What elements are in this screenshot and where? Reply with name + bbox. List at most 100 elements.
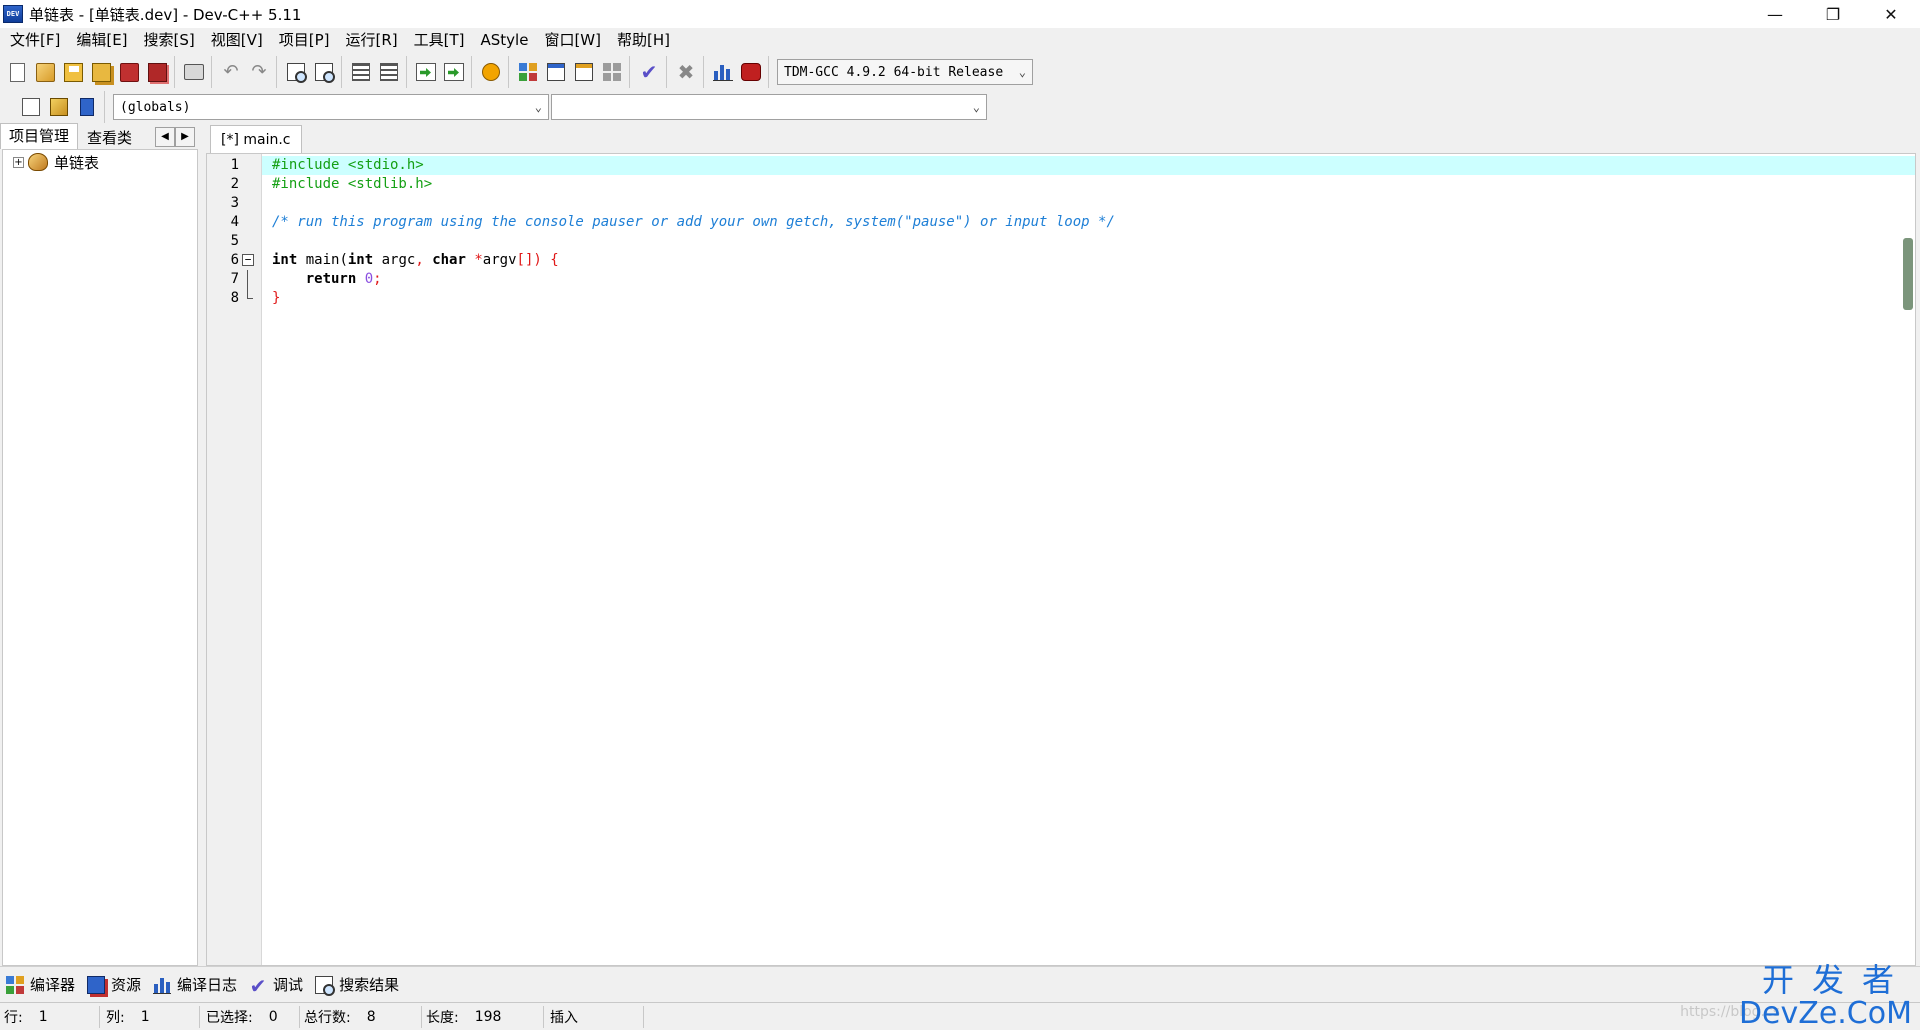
new-file-icon	[9, 62, 25, 82]
run-button[interactable]	[542, 58, 570, 86]
code-line[interactable]: 7 return 0;	[231, 270, 1915, 289]
line-number: 5	[230, 233, 239, 249]
symbol-select[interactable]: ⌄	[551, 94, 987, 120]
menu-edit[interactable]: 编辑[E]	[68, 28, 135, 53]
expand-icon[interactable]: +	[13, 156, 24, 168]
fold-line	[242, 270, 254, 289]
debug-button[interactable]	[737, 58, 765, 86]
bookmark-button[interactable]	[477, 58, 505, 86]
code-line[interactable]: 8 }	[231, 289, 1915, 308]
window-controls: — ❐ ✕	[1746, 0, 1920, 28]
line-number: 2	[230, 176, 239, 192]
code-editor[interactable]: 1 #include <stdio.h> 2 #include <stdlib.…	[206, 153, 1916, 966]
compile-button[interactable]	[514, 58, 542, 86]
syntax-check-button[interactable]: ✔	[635, 58, 663, 86]
tab-compile-log[interactable]: 编译日志	[153, 974, 237, 995]
tab-main-c[interactable]: [*] main.c	[210, 125, 302, 153]
close-window-button[interactable]: ✕	[1862, 0, 1920, 28]
tab-debug[interactable]: ✔ 调试	[249, 974, 303, 996]
minimize-button[interactable]: —	[1746, 0, 1804, 28]
tab-project-manager[interactable]: 项目管理	[0, 123, 79, 149]
code-line[interactable]: 1 #include <stdio.h>	[231, 156, 1915, 175]
close-file-button[interactable]	[115, 58, 143, 86]
menu-window[interactable]: 窗口[W]	[536, 28, 609, 53]
find-button[interactable]	[282, 58, 310, 86]
new-file-button[interactable]	[3, 58, 31, 86]
restore-icon: ❐	[1825, 4, 1841, 24]
scope-select[interactable]: (globals) ⌄	[113, 94, 549, 120]
tab-resources-label: 资源	[111, 976, 142, 994]
replace-button[interactable]	[310, 58, 338, 86]
chevron-down-icon: ⌄	[972, 100, 980, 114]
compile-run-button[interactable]	[570, 58, 598, 86]
rebuild-icon	[603, 63, 621, 81]
status-col: 列: 1	[100, 1005, 200, 1028]
code-line[interactable]: 2 #include <stdlib.h>	[231, 175, 1915, 194]
tree-node-project[interactable]: + 单链表	[3, 150, 197, 174]
code-line[interactable]: 5	[231, 232, 1915, 251]
devcpp-window: DEV 单链表 - [单链表.dev] - Dev-C++ 5.11 — ❐ ✕…	[0, 0, 1920, 1030]
line-number: 8	[230, 290, 239, 306]
tab-compiler[interactable]: 编译器	[6, 974, 75, 995]
tab-resources[interactable]: 资源	[87, 974, 141, 995]
toggle-bookmark-button[interactable]	[73, 93, 101, 121]
scrollbar-thumb[interactable]	[1903, 238, 1913, 310]
title-bar: DEV 单链表 - [单链表.dev] - Dev-C++ 5.11 — ❐ ✕	[0, 0, 1920, 28]
tab-scroll-arrows: ◀ ▶	[155, 127, 196, 147]
menu-help[interactable]: 帮助[H]	[609, 28, 678, 53]
indent-button[interactable]	[347, 58, 375, 86]
menu-view[interactable]: 视图[V]	[203, 28, 271, 53]
code-line[interactable]: 3	[231, 194, 1915, 213]
menu-astyle[interactable]: AStyle	[473, 28, 537, 53]
tab-scroll-right-button[interactable]: ▶	[175, 127, 196, 147]
insert-button[interactable]	[17, 93, 45, 121]
stop-button[interactable]: ✖	[672, 58, 700, 86]
unindent-button[interactable]	[375, 58, 403, 86]
chart-icon	[713, 63, 733, 81]
tab-compile-log-label: 编译日志	[177, 976, 238, 994]
goto-prev-button[interactable]	[440, 58, 468, 86]
restore-button[interactable]: ❐	[1804, 0, 1862, 28]
menu-run[interactable]: 运行[R]	[337, 28, 405, 53]
code-line[interactable]: 4 /* run this program using the console …	[231, 213, 1915, 232]
indent-icon	[352, 63, 370, 81]
compiler-select[interactable]: TDM-GCC 4.9.2 64-bit Release ⌄	[777, 59, 1033, 85]
close-all-button[interactable]	[143, 58, 171, 86]
profile-button[interactable]	[709, 58, 737, 86]
tab-class-browser[interactable]: 查看类	[78, 125, 141, 149]
code-text: }	[272, 290, 281, 306]
bookmark-toolbar-group	[474, 56, 509, 88]
profile-toolbar-group	[706, 56, 769, 88]
undo-icon: ↶	[223, 61, 239, 82]
stop-icon: ✖	[677, 60, 695, 84]
goto-declaration-button[interactable]	[45, 93, 73, 121]
rebuild-button[interactable]	[598, 58, 626, 86]
tab-scroll-left-button[interactable]: ◀	[155, 127, 176, 147]
menu-tools[interactable]: 工具[T]	[406, 28, 473, 53]
menu-search[interactable]: 搜索[S]	[136, 28, 203, 53]
close-all-icon	[147, 62, 167, 82]
undo-button[interactable]: ↶	[217, 58, 245, 86]
goto-next-button[interactable]	[412, 58, 440, 86]
redo-button[interactable]: ↷	[245, 58, 273, 86]
code-area[interactable]: 1 #include <stdio.h> 2 #include <stdlib.…	[231, 156, 1915, 308]
menu-file[interactable]: 文件[F]	[2, 28, 68, 53]
goto-declaration-icon	[50, 98, 68, 116]
project-icon	[28, 153, 48, 171]
status-selected: 已选择: 0	[200, 1005, 300, 1028]
print-button[interactable]	[180, 58, 208, 86]
run-icon	[547, 63, 565, 81]
undo-toolbar-group: ↶ ↷	[214, 56, 277, 88]
watermark-logo: 开发者 DevZe.CoM	[1739, 962, 1912, 1030]
bottom-panel-tabs: 编译器 资源 编译日志 ✔ 调试 搜索结果	[0, 966, 1920, 1002]
tab-compiler-label: 编译器	[30, 976, 76, 994]
save-button[interactable]	[59, 58, 87, 86]
fold-toggle[interactable]: −	[242, 251, 254, 266]
status-row: 行: 1	[0, 1005, 100, 1028]
code-line[interactable]: 6 − int main(int argc, char *argv[]) {	[231, 251, 1915, 270]
save-all-button[interactable]	[87, 58, 115, 86]
open-button[interactable]	[31, 58, 59, 86]
tab-search-results[interactable]: 搜索结果	[315, 974, 399, 996]
menu-project[interactable]: 项目[P]	[271, 28, 338, 53]
print-toolbar-group	[177, 56, 212, 88]
